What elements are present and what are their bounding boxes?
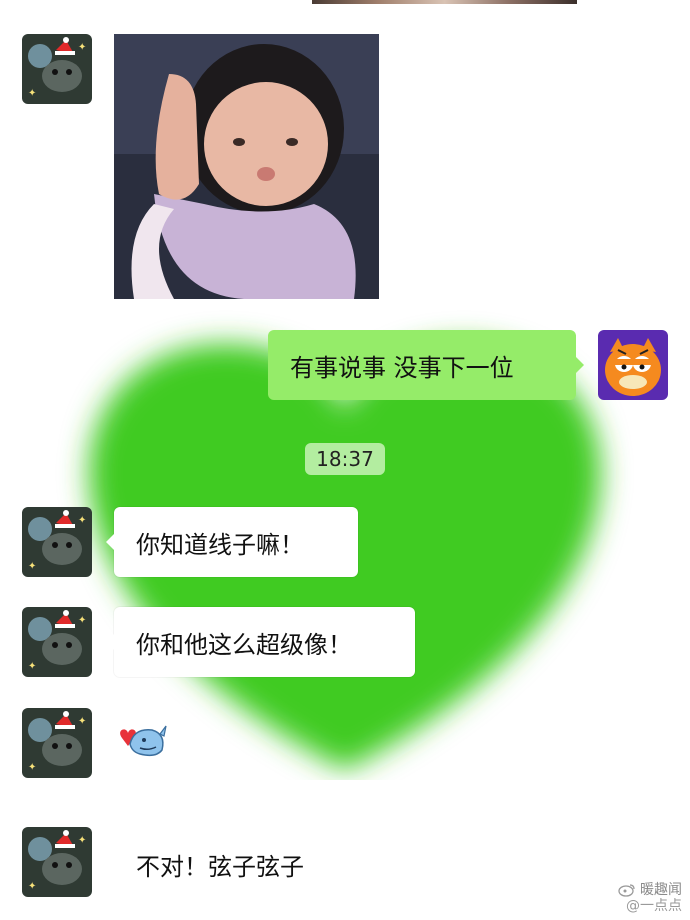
incoming-message-bubble[interactable]: 你知道线子嘛！ bbox=[106, 507, 358, 577]
svg-text:✦: ✦ bbox=[28, 881, 36, 892]
svg-text:✦: ✦ bbox=[78, 615, 86, 626]
svg-text:✦: ✦ bbox=[28, 762, 36, 773]
contact-avatar[interactable]: ✦ ✦ bbox=[22, 34, 92, 104]
contact-avatar[interactable]: ✦ ✦ bbox=[22, 607, 92, 677]
own-avatar[interactable] bbox=[598, 330, 668, 400]
watermark: 暖趣闻 @一点点 bbox=[618, 882, 682, 914]
watermark-title: 暖趣闻 bbox=[640, 882, 682, 898]
svg-text:✦: ✦ bbox=[28, 88, 36, 99]
child-photo-image bbox=[114, 34, 379, 299]
message-timestamp: 18:37 bbox=[305, 443, 385, 475]
svg-text:✦: ✦ bbox=[78, 716, 86, 727]
cat-avatar-icon: ✦ ✦ bbox=[22, 34, 92, 104]
cat-avatar-icon: ✦ ✦ bbox=[22, 507, 92, 577]
contact-avatar[interactable]: ✦ ✦ bbox=[22, 827, 92, 897]
incoming-message-text: 你知道线子嘛！ bbox=[136, 530, 304, 559]
svg-text:✦: ✦ bbox=[78, 835, 86, 846]
contact-avatar[interactable]: ✦ ✦ bbox=[22, 507, 92, 577]
previous-image-edge bbox=[312, 0, 577, 4]
svg-text:✦: ✦ bbox=[78, 515, 86, 526]
incoming-message-bubble[interactable]: 你和他这么超级像！ bbox=[106, 607, 415, 677]
svg-text:✦: ✦ bbox=[28, 561, 36, 572]
contact-avatar[interactable]: ✦ ✦ bbox=[22, 708, 92, 778]
incoming-message-text[interactable]: 不对！弦子弦子 bbox=[136, 847, 304, 882]
shared-photo[interactable] bbox=[114, 34, 379, 299]
svg-text:✦: ✦ bbox=[78, 42, 86, 53]
garfield-avatar-icon bbox=[598, 330, 668, 400]
cat-avatar-icon: ✦ ✦ bbox=[22, 708, 92, 778]
whale-heart-sticker-icon bbox=[120, 725, 167, 757]
sticker-message[interactable] bbox=[112, 720, 168, 760]
cat-avatar-icon: ✦ ✦ bbox=[22, 827, 92, 897]
weibo-icon bbox=[618, 884, 635, 897]
watermark-handle: @一点点 bbox=[626, 898, 682, 914]
svg-text:✦: ✦ bbox=[28, 661, 36, 672]
outgoing-message-text: 有事说事 没事下一位 bbox=[290, 353, 514, 382]
cat-avatar-icon: ✦ ✦ bbox=[22, 607, 92, 677]
incoming-message-text: 你和他这么超级像！ bbox=[136, 630, 352, 659]
outgoing-message-bubble[interactable]: 有事说事 没事下一位 bbox=[268, 330, 584, 400]
